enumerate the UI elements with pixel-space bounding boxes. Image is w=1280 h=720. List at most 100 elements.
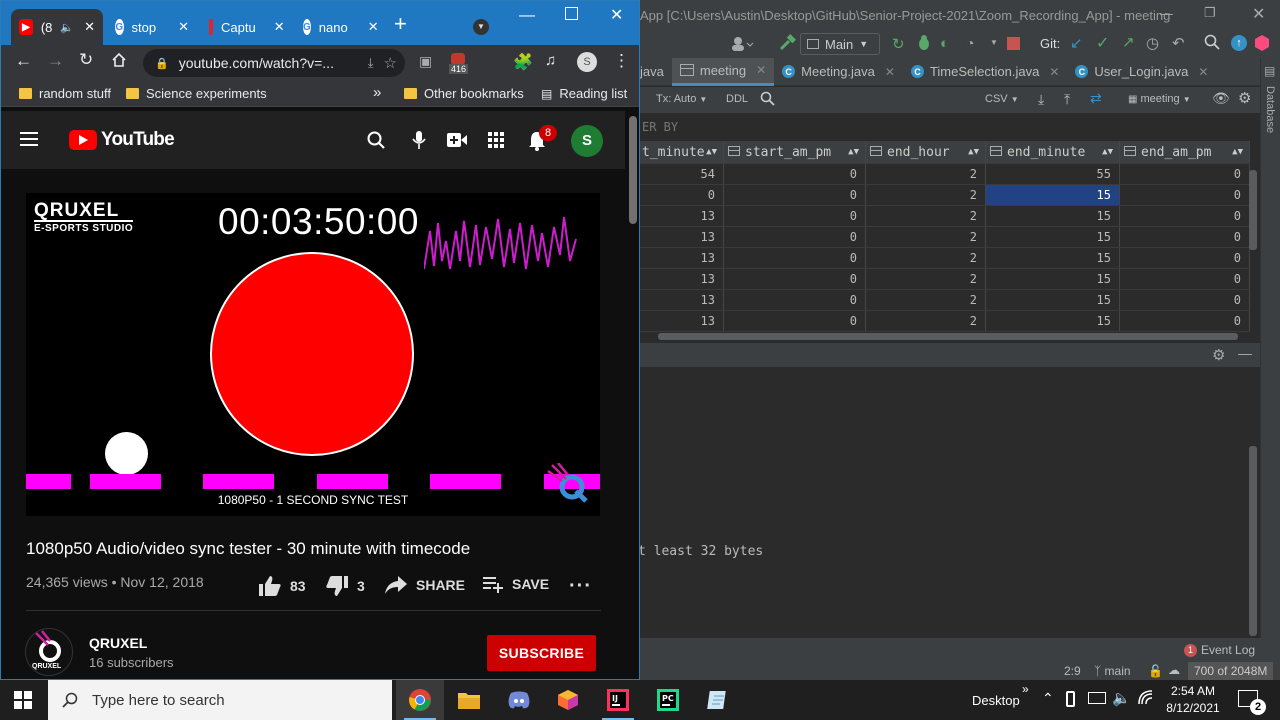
grid-cell[interactable]: 2 (866, 311, 986, 331)
chrome-tab-youtube[interactable]: ▶ (8 🔈 ✕ (11, 9, 103, 45)
column-header[interactable]: end_hour ▲▼ (866, 141, 986, 163)
update-arrow-icon[interactable]: ↑ (1231, 35, 1247, 51)
grid-cell[interactable]: 13 (638, 248, 724, 268)
more-run-chevron-icon[interactable]: ▼ (990, 38, 998, 47)
lock-icon[interactable]: 🔒 (155, 57, 169, 70)
close-tab-icon[interactable]: ✕ (368, 19, 379, 35)
sort-icon[interactable]: ▲▼ (1102, 147, 1113, 157)
more-actions-icon[interactable]: ··· (569, 575, 592, 598)
services-icon[interactable]: ☁ (1168, 663, 1180, 677)
memory-indicator[interactable]: 700 of 2048M (1188, 662, 1274, 680)
taskbar-notepad[interactable] (694, 680, 742, 720)
usb-device-icon[interactable] (1066, 691, 1075, 707)
order-by-field[interactable]: ER BY (638, 116, 1260, 138)
table-row[interactable]: 13 0 2 15 0 (638, 311, 1250, 332)
history-icon[interactable]: ◷ (1146, 34, 1159, 52)
bookmarks-overflow-icon[interactable]: » (373, 84, 381, 101)
grid-cell[interactable]: 0 (1120, 206, 1250, 226)
grid-cell[interactable]: 2 (866, 227, 986, 247)
table-row[interactable]: 0 0 2 15 0 (638, 185, 1250, 206)
close-tab-icon[interactable]: ✕ (84, 19, 95, 35)
grid-cell[interactable]: 0 (724, 227, 866, 247)
table-row[interactable]: 13 0 2 15 0 (638, 227, 1250, 248)
grid-cell[interactable]: 15 (986, 311, 1120, 331)
run-config-selector[interactable]: Main ▼ (800, 33, 880, 55)
close-tab-icon[interactable]: ✕ (274, 19, 285, 35)
close-tab-icon[interactable]: ✕ (178, 19, 189, 35)
compare-icon[interactable]: ⇄ (1090, 90, 1102, 107)
console-vertical-scrollbar[interactable] (1249, 446, 1257, 636)
export-format-dropdown[interactable]: CSV ▼ (985, 93, 1019, 105)
grid-cell[interactable]: 13 (638, 227, 724, 247)
grid-cell[interactable]: 15 (986, 290, 1120, 310)
grid-cell[interactable]: 13 (638, 290, 724, 310)
grid-cell[interactable]: 0 (724, 185, 866, 205)
grid-cell[interactable]: 2 (866, 164, 986, 184)
grid-cell[interactable]: 15 (986, 206, 1120, 226)
account-avatar[interactable]: S (571, 125, 603, 157)
build-hammer-icon[interactable] (778, 34, 796, 52)
table-row[interactable]: 13 0 2 15 0 (638, 248, 1250, 269)
grid-cell[interactable]: 15 (986, 269, 1120, 289)
download-icon[interactable]: ⤓ (1038, 91, 1044, 108)
battery-icon[interactable] (1088, 692, 1106, 704)
git-commit-icon[interactable]: ✓ (1096, 33, 1109, 53)
volume-icon[interactable]: 🔈 (1112, 689, 1131, 707)
console-settings-icon[interactable]: ⚙ (1212, 346, 1225, 364)
editor-tab-java[interactable]: java (638, 58, 672, 86)
rerun-icon[interactable]: ↻ (892, 35, 905, 53)
sort-icon[interactable]: ▲▼ (968, 147, 979, 157)
taskbar-search-box[interactable]: Type here to search (48, 680, 392, 720)
grid-cell[interactable]: 2 (866, 269, 986, 289)
hamburger-menu-icon[interactable] (19, 131, 39, 147)
close-window-icon[interactable]: ✕ (610, 5, 623, 25)
media-controls-icon[interactable]: ♫ (545, 52, 556, 69)
git-branch-widget[interactable]: ᛉ main (1094, 664, 1131, 678)
caret-position[interactable]: 2:9 (1064, 664, 1081, 678)
grid-cell[interactable]: 15 (986, 227, 1120, 247)
close-tab-icon[interactable]: ✕ (1049, 65, 1059, 79)
debug-bug-icon[interactable] (916, 34, 932, 52)
youtube-logo[interactable]: YouTube (69, 129, 175, 151)
git-push-icon[interactable]: ↗ (1122, 33, 1135, 51)
bookmark-folder-random-stuff[interactable]: random stuff (19, 86, 111, 101)
subscribe-button[interactable]: SUBSCRIBE (487, 635, 596, 671)
grid-search-icon[interactable] (760, 91, 775, 106)
channel-avatar[interactable]: QRUXEL (25, 628, 73, 676)
bookmark-folder-science-experiments[interactable]: Science experiments (126, 86, 267, 101)
editor-tab-meeting[interactable]: meeting ✕ (671, 57, 775, 86)
grid-cell[interactable]: 2 (866, 290, 986, 310)
grid-cell[interactable]: 55 (986, 164, 1120, 184)
like-button[interactable]: 83 (258, 575, 306, 597)
grid-cell[interactable]: 0 (724, 290, 866, 310)
chrome-tab-google-stop[interactable]: G stop ✕ (107, 9, 197, 45)
clock[interactable]: 2:54 AM 8/12/2021 (1160, 683, 1226, 717)
close-icon[interactable]: ✕ (1252, 4, 1265, 24)
editor-tab-meeting-java[interactable]: C Meeting.java ✕ (774, 58, 903, 86)
grid-cell[interactable]: 15 (986, 248, 1120, 268)
upload-icon[interactable]: ⤒ (1064, 91, 1070, 108)
grid-horizontal-scrollbar[interactable] (658, 333, 1238, 340)
address-bar[interactable]: 🔒 youtube.com/watch?v=... ⤓ ☆ (143, 49, 405, 77)
page-scrollbar[interactable] (629, 116, 637, 224)
desktop-toolbar[interactable]: Desktop (972, 680, 1020, 720)
taskbar-pycharm[interactable]: PC (644, 680, 692, 720)
grid-cell[interactable]: 13 (638, 206, 724, 226)
microphone-icon[interactable] (412, 130, 426, 150)
grid-cell[interactable]: 0 (1120, 269, 1250, 289)
event-log-link[interactable]: Event Log (1201, 643, 1255, 657)
app-logo-icon[interactable] (1254, 34, 1270, 52)
column-header[interactable]: end_minute ▲▼ (986, 141, 1120, 163)
sort-icon[interactable]: ▲▼ (706, 147, 717, 157)
editor-tab-timeselection-java[interactable]: C TimeSelection.java ✕ (903, 58, 1067, 86)
editor-tab-user-login-java[interactable]: C User_Login.java ✕ (1067, 58, 1216, 86)
forward-arrow-icon[interactable]: → (47, 51, 64, 71)
search-icon[interactable] (367, 131, 385, 149)
search-everywhere-icon[interactable] (1204, 34, 1220, 50)
grid-cell[interactable]: 54 (638, 164, 724, 184)
column-header[interactable]: t_minute ▲▼ (638, 141, 724, 163)
chromecast-icon[interactable]: ▣ (419, 53, 432, 70)
column-header[interactable]: end_am_pm ▲▼ (1120, 141, 1250, 163)
extension-adblock-icon[interactable]: 416 (449, 53, 469, 75)
taskbar-intellij[interactable]: IJ (594, 680, 642, 720)
